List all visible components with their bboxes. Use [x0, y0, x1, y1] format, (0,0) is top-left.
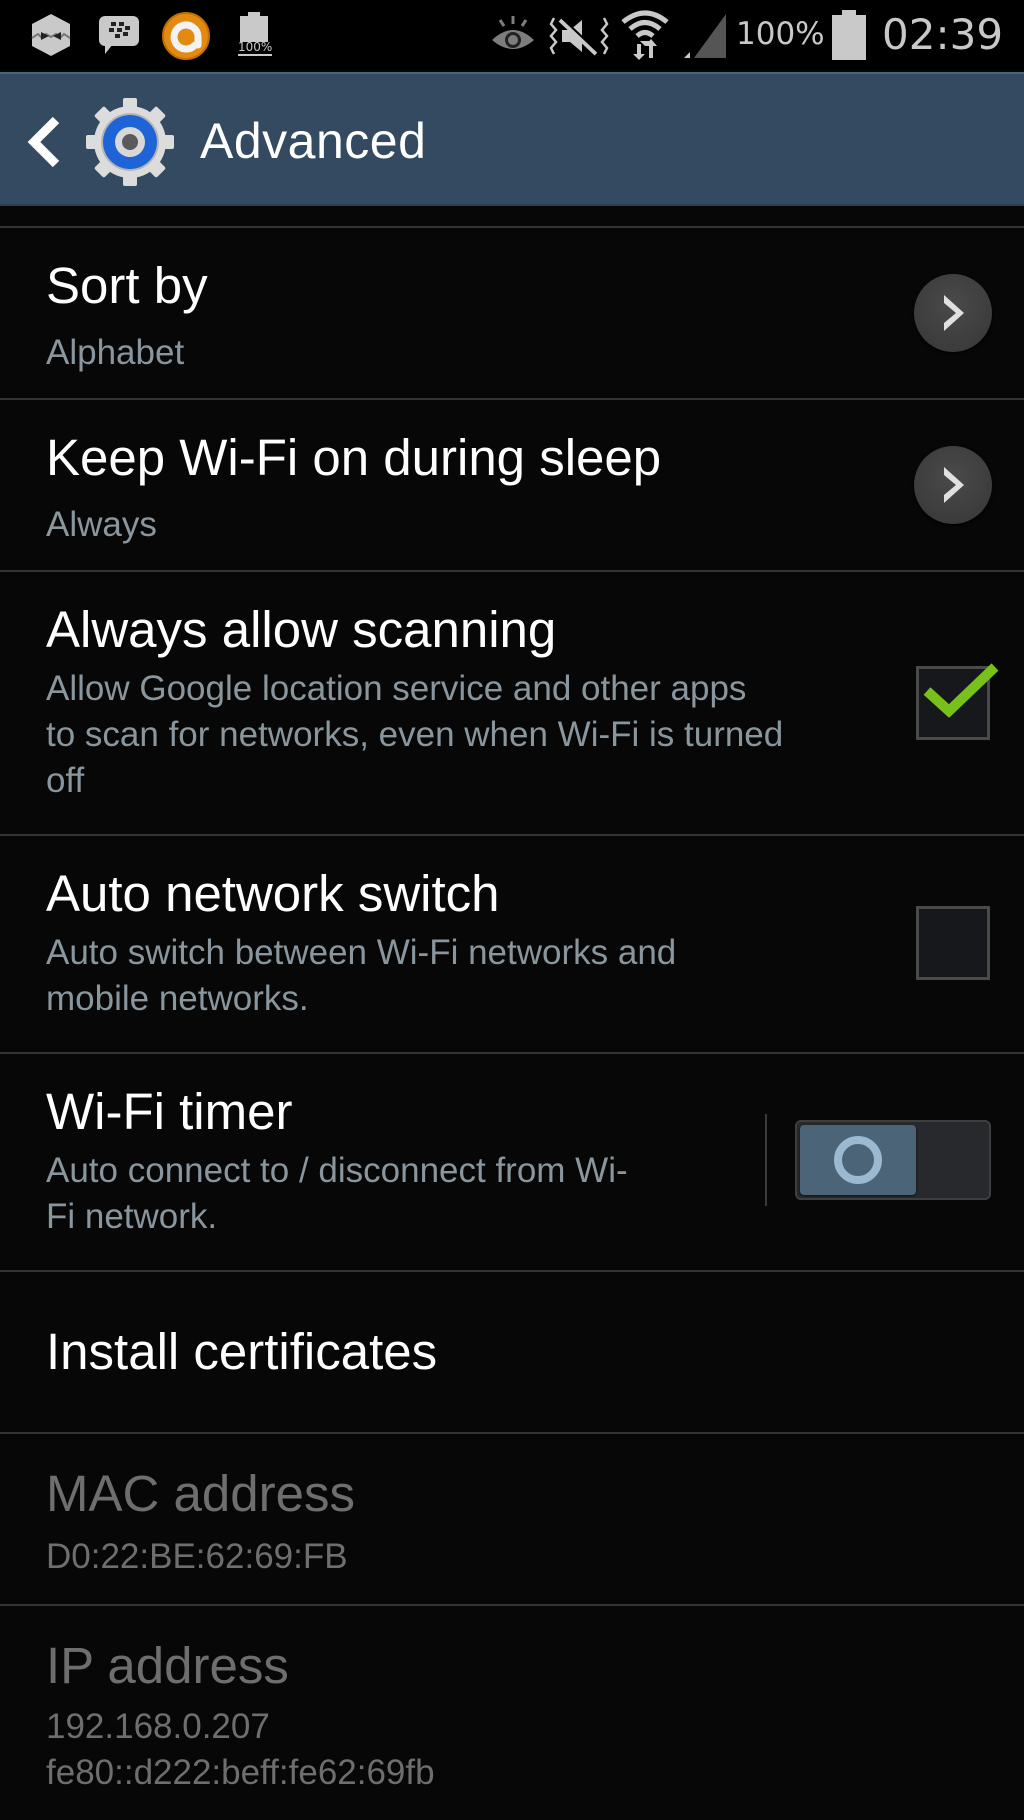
setting-summary-line: fe80::d222:beff:fe62:69fb [46, 1753, 435, 1792]
settings-gear-icon [86, 98, 174, 186]
setting-summary-line: to scan for networks, even when Wi-Fi is… [46, 715, 784, 754]
chevron-right-icon [944, 467, 964, 503]
switch-ring-icon [834, 1136, 882, 1184]
orange-app-icon [162, 12, 210, 60]
auto-network-switch-checkbox[interactable] [916, 906, 990, 980]
setting-title: Wi-Fi timer [46, 1083, 293, 1140]
switch-knob[interactable] [800, 1125, 916, 1195]
setting-mac-address: MAC address D0:22:BE:62:69:FB [0, 1434, 1024, 1604]
setting-summary-line: 192.168.0.207 [46, 1707, 270, 1746]
setting-summary: Always [46, 505, 157, 544]
setting-always-allow-scanning[interactable]: Always allow scanning Allow Google locat… [0, 572, 1024, 834]
setting-summary-line: mobile networks. [46, 979, 309, 1018]
wifi-data-icon [621, 10, 669, 60]
setting-title: Keep Wi-Fi on during sleep [46, 429, 662, 486]
clock: 02:39 [882, 10, 1004, 59]
battery-icon [832, 10, 866, 60]
eye-smart-stay-icon [492, 16, 534, 49]
setting-summary: Alphabet [46, 333, 185, 372]
checkmark-icon [923, 663, 999, 718]
setting-keep-wifi-on[interactable]: Keep Wi-Fi on during sleep Always [0, 400, 1024, 570]
battery-full-notification-icon: 100% [238, 12, 273, 58]
battery-notification-label: 100% [238, 40, 273, 56]
switch-separator [765, 1114, 767, 1206]
setting-summary-line: Auto connect to / disconnect from Wi- [46, 1151, 628, 1190]
bbm-chat-icon [99, 16, 139, 54]
setting-summary-line: off [46, 761, 85, 800]
setting-sort-by[interactable]: Sort by Alphabet [0, 228, 1024, 398]
setting-title: Auto network switch [46, 865, 500, 922]
chevron-left-icon[interactable] [20, 112, 70, 172]
setting-summary-line: Auto switch between Wi-Fi networks and [46, 933, 677, 972]
hexagon-face-icon [31, 14, 71, 56]
keep-wifi-chevron-button[interactable] [914, 446, 992, 524]
signal-icon [684, 14, 726, 58]
status-bar: 100% 100% 02:39 [0, 0, 1024, 70]
setting-ip-address: IP address 192.168.0.207 fe80::d222:beff… [0, 1606, 1024, 1806]
setting-wifi-timer[interactable]: Wi-Fi timer Auto connect to / disconnect… [0, 1054, 1024, 1270]
settings-list: Sort by Alphabet Keep Wi-Fi on during sl… [0, 226, 1024, 1806]
setting-title: IP address [46, 1637, 289, 1694]
always-allow-scanning-checkbox[interactable] [916, 663, 999, 740]
page-title: Advanced [200, 113, 427, 169]
setting-summary-line: Allow Google location service and other … [46, 669, 747, 708]
mute-vibrate-icon [549, 17, 609, 56]
battery-percent: 100% [736, 16, 825, 52]
setting-summary: D0:22:BE:62:69:FB [46, 1537, 348, 1576]
wifi-timer-switch[interactable] [795, 1120, 991, 1200]
setting-title: Always allow scanning [46, 601, 557, 658]
chevron-right-icon [944, 295, 964, 331]
setting-auto-network-switch[interactable]: Auto network switch Auto switch between … [0, 836, 1024, 1052]
sort-by-chevron-button[interactable] [914, 274, 992, 352]
action-bar: Advanced [0, 72, 1024, 206]
setting-title: Install certificates [46, 1323, 438, 1380]
setting-summary-line: Fi network. [46, 1197, 218, 1236]
setting-title: MAC address [46, 1465, 355, 1522]
setting-install-certificates[interactable]: Install certificates [0, 1272, 1024, 1432]
setting-title: Sort by [46, 257, 208, 314]
